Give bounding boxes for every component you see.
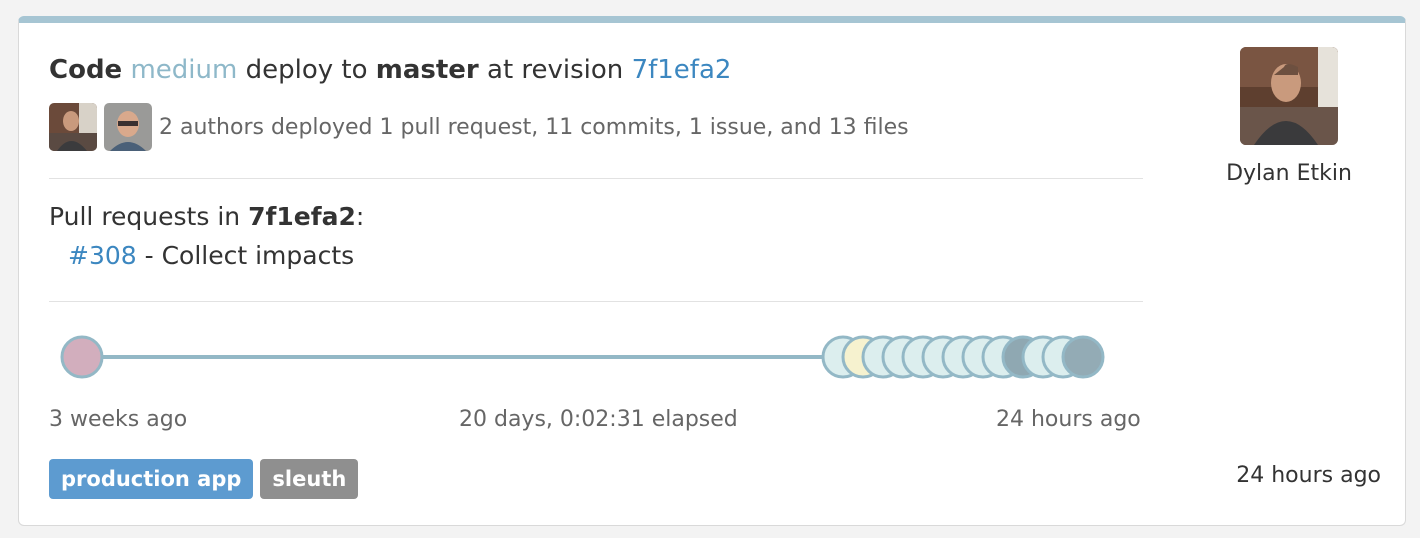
at-revision-label: at revision [487, 55, 624, 85]
commit-dot[interactable] [60, 335, 104, 379]
author-avatar[interactable] [49, 103, 97, 151]
timeline-start-time: 3 weeks ago [49, 407, 188, 432]
divider [49, 178, 1143, 179]
deploy-card: Code medium deploy to master at revision… [18, 16, 1406, 526]
commit-timeline [60, 335, 1105, 379]
pull-request-number-link[interactable]: #308 [68, 241, 137, 270]
deploy-to-label: deploy to [245, 55, 368, 85]
branch-name: master [375, 55, 479, 85]
pull-requests-heading-suffix: : [355, 202, 365, 231]
timeline-elapsed: 20 days, 0:02:31 elapsed [459, 407, 738, 432]
pull-requests-heading: Pull requests in 7f1efa2: [49, 200, 364, 234]
pull-request-separator: - [136, 241, 162, 270]
deployer-avatar[interactable] [1240, 47, 1338, 145]
tag-list: production app sleuth [49, 459, 359, 499]
tag-sleuth[interactable]: sleuth [260, 459, 359, 499]
deployed-time: 24 hours ago [1236, 463, 1381, 488]
deploy-summary: 2 authors deployed 1 pull request, 11 co… [159, 114, 909, 140]
timeline-end-time: 24 hours ago [996, 407, 1141, 432]
code-label: Code [49, 55, 123, 85]
tag-production-app[interactable]: production app [49, 459, 254, 499]
environment-link[interactable]: medium [130, 55, 237, 85]
authors-row: 2 authors deployed 1 pull request, 11 co… [49, 103, 909, 151]
pull-request-item: #308 - Collect impacts [68, 239, 354, 273]
pull-requests-revision: 7f1efa2 [248, 202, 356, 231]
revision-link[interactable]: 7f1efa2 [632, 55, 732, 85]
pull-request-title: Collect impacts [161, 241, 355, 270]
deploy-headline: Code medium deploy to master at revision… [49, 53, 731, 87]
divider [49, 301, 1143, 302]
pull-requests-heading-prefix: Pull requests in [49, 202, 241, 231]
commit-dot[interactable] [1061, 335, 1105, 379]
deployer-name: Dylan Etkin [1226, 161, 1352, 186]
author-avatar[interactable] [104, 103, 152, 151]
